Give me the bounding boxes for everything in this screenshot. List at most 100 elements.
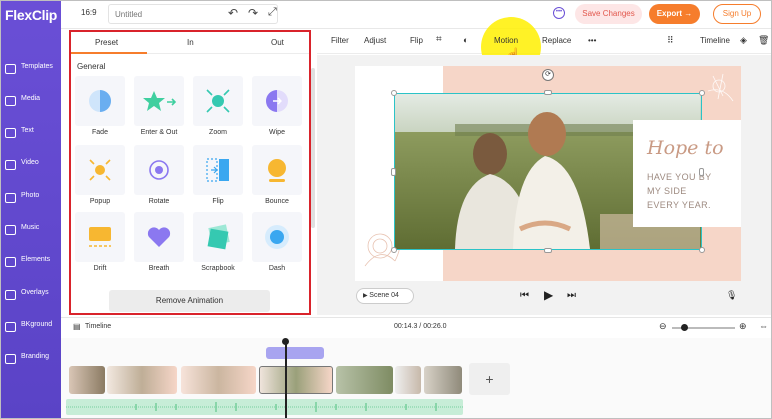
sidebar-item-media[interactable]: Media xyxy=(1,94,61,124)
remove-animation-button[interactable]: Remove Animation xyxy=(109,290,270,312)
playhead[interactable] xyxy=(285,340,287,418)
resize-handle[interactable] xyxy=(391,247,397,253)
resize-handle[interactable] xyxy=(391,90,397,96)
play-icon[interactable]: ▶ xyxy=(544,288,553,302)
tab-preset[interactable]: Preset xyxy=(95,38,118,47)
templates-icon xyxy=(5,64,16,74)
timeline-toggle-icon[interactable]: ▤ xyxy=(73,322,81,331)
animation-tile-rotate[interactable] xyxy=(134,145,184,195)
more-options-icon[interactable]: ••• xyxy=(588,36,596,45)
sidebar-item-label: Media xyxy=(21,95,41,102)
scene-clip[interactable] xyxy=(395,366,421,394)
adjust-button[interactable]: Adjust xyxy=(364,36,386,45)
scene-clip[interactable] xyxy=(181,366,256,394)
animation-tile-enter-out[interactable] xyxy=(134,76,184,126)
sidebar-item-photo[interactable]: Photo xyxy=(1,191,61,221)
animation-tile-flip[interactable] xyxy=(193,145,243,195)
grid-icon[interactable]: ⠿ xyxy=(667,35,674,46)
scene-label: Scene 04 xyxy=(369,292,399,299)
sidebar-item-text[interactable]: Text xyxy=(1,126,61,156)
motion-button[interactable]: Motion xyxy=(494,36,518,45)
text-icon xyxy=(5,128,16,138)
tab-in[interactable]: In xyxy=(187,38,194,47)
save-changes-button[interactable]: Save Changes xyxy=(575,4,642,24)
sidebar-item-bkground[interactable]: BKground xyxy=(1,320,61,350)
filter-button[interactable]: Filter xyxy=(331,36,349,45)
playhead-handle[interactable] xyxy=(282,338,289,345)
animation-tile-drift[interactable] xyxy=(75,212,125,262)
animation-tile-dash[interactable] xyxy=(252,212,302,262)
sidebar: FlexClip Templates Media Text Video Phot… xyxy=(1,1,61,418)
zoom-in-icon[interactable]: ⊕ xyxy=(739,321,747,332)
animation-tile-fade[interactable] xyxy=(75,76,125,126)
drift-icon xyxy=(89,227,111,247)
scene-clip[interactable] xyxy=(107,366,177,394)
message-text: HAVE YOU BY MY SIDE EVERY YEAR. xyxy=(647,170,712,212)
fullscreen-icon[interactable]: ⤢ xyxy=(268,6,277,19)
resize-handle[interactable] xyxy=(544,90,552,95)
animation-tile-wipe[interactable] xyxy=(252,76,302,126)
animation-tile-breath[interactable] xyxy=(134,212,184,262)
rotate-handle-icon[interactable]: ⟳ xyxy=(542,69,554,81)
animation-tile-scrapbook[interactable] xyxy=(193,212,243,262)
text-card[interactable]: Hope to HAVE YOU BY MY SIDE EVERY YEAR. xyxy=(633,120,741,227)
sidebar-item-label: Text xyxy=(21,127,34,134)
microphone-icon[interactable]: 🎙 xyxy=(726,290,737,301)
scene-clip[interactable] xyxy=(69,366,105,394)
flip-button[interactable]: Flip xyxy=(410,36,423,45)
trash-icon[interactable]: 🗑 xyxy=(758,35,769,46)
resize-handle[interactable] xyxy=(699,168,704,176)
audio-track[interactable] xyxy=(66,399,463,415)
sign-up-button[interactable]: Sign Up xyxy=(713,4,761,24)
bounce-icon xyxy=(268,159,286,182)
replace-button[interactable]: Replace xyxy=(542,36,571,45)
sidebar-item-label: Music xyxy=(21,224,40,231)
aspect-ratio-selector[interactable]: 16:9 xyxy=(81,8,97,17)
scene-clip[interactable] xyxy=(336,366,393,394)
sidebar-item-music[interactable]: Music xyxy=(1,223,61,253)
sidebar-item-branding[interactable]: Branding xyxy=(1,352,61,382)
undo-icon[interactable]: ↶ xyxy=(228,6,238,20)
sidebar-item-label: Elements xyxy=(21,256,51,263)
animation-label: Drift xyxy=(93,265,107,272)
contrast-icon[interactable]: ◐ xyxy=(463,35,468,45)
fit-timeline-icon[interactable]: ⇔ xyxy=(759,321,768,331)
add-scene-button[interactable]: + xyxy=(469,363,510,395)
popup-icon xyxy=(89,159,111,181)
animation-label: Dash xyxy=(268,265,286,272)
previous-icon[interactable]: ⏮ xyxy=(520,290,529,301)
motion-clip-chip[interactable] xyxy=(266,347,324,359)
redo-icon[interactable]: ↷ xyxy=(248,6,258,20)
layers-icon[interactable]: ◈ xyxy=(740,35,747,46)
sidebar-item-video[interactable]: Video xyxy=(1,158,61,188)
photo-icon xyxy=(5,193,16,203)
chat-icon[interactable]: ••• xyxy=(553,7,565,19)
hope-to-text: Hope to xyxy=(647,137,724,159)
scene-selector[interactable]: ▶ Scene 04 xyxy=(356,288,414,304)
scene-clip[interactable] xyxy=(424,366,462,394)
music-icon xyxy=(5,225,16,235)
resize-handle[interactable] xyxy=(544,248,552,253)
animation-label: Fade xyxy=(92,129,108,136)
sidebar-item-label: Branding xyxy=(21,353,50,360)
next-icon[interactable]: ⏭ xyxy=(567,290,576,301)
timeline-button[interactable]: Timeline xyxy=(700,36,730,45)
sidebar-item-overlays[interactable]: Overlays xyxy=(1,288,61,318)
resize-handle[interactable] xyxy=(699,90,705,96)
export-button[interactable]: Export → xyxy=(649,4,700,24)
tab-out[interactable]: Out xyxy=(271,38,284,47)
crop-icon[interactable]: ⌗ xyxy=(436,34,442,45)
animation-tile-popup[interactable] xyxy=(75,145,125,195)
resize-handle[interactable] xyxy=(699,247,705,253)
zoom-slider-knob[interactable] xyxy=(681,324,688,331)
panel-scrollbar[interactable] xyxy=(311,68,315,228)
zoom-out-icon[interactable]: ⊖ xyxy=(659,321,667,332)
scene-clip-selected[interactable] xyxy=(259,366,333,394)
sidebar-item-elements[interactable]: Elements xyxy=(1,255,61,285)
sidebar-item-templates[interactable]: Templates xyxy=(1,62,61,92)
time-readout: 00:14.3 / 00:26.0 xyxy=(394,323,447,330)
animation-tile-zoom[interactable] xyxy=(193,76,243,126)
resize-handle[interactable] xyxy=(391,168,396,176)
animation-tile-bounce[interactable] xyxy=(252,145,302,195)
animation-label: Zoom xyxy=(209,129,227,136)
